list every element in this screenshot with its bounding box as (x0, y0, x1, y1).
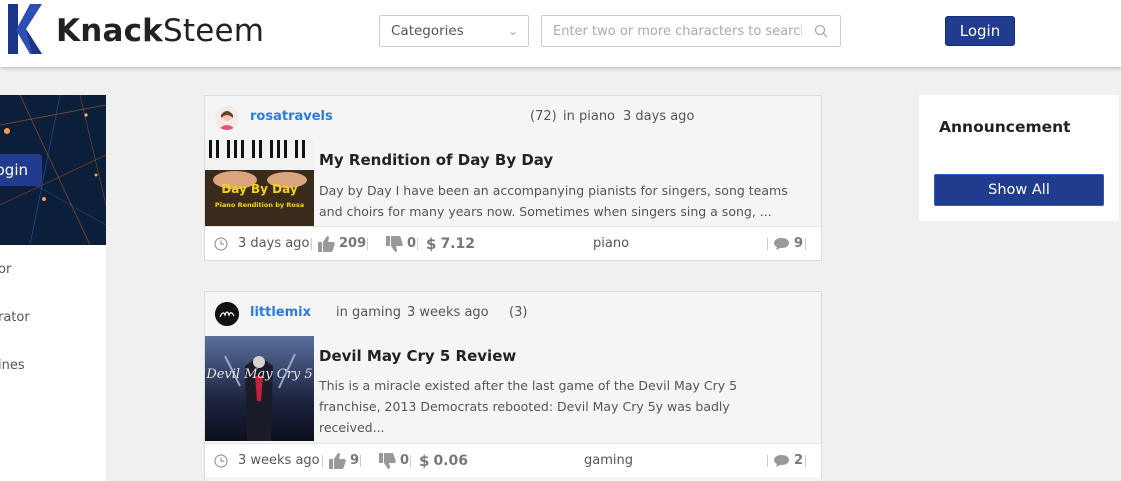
sidebar-banner: Login (0, 95, 106, 245)
knacksteem-logo-icon[interactable] (4, 0, 46, 62)
sidebar-item[interactable]: ines (0, 358, 25, 373)
divider (360, 455, 361, 467)
divider (367, 238, 368, 250)
post-excerpt[interactable]: Day by Day I have been an accompanying p… (319, 180, 789, 222)
login-button[interactable]: Login (945, 16, 1015, 46)
categories-label: Categories (391, 23, 464, 39)
post-card[interactable]: littlemix (3) in gaming 3 weeks ago Devi… (204, 291, 822, 481)
clock-icon (214, 454, 228, 468)
thumbs-down-icon (386, 236, 403, 252)
footer-time-text: 3 weeks ago (238, 453, 320, 468)
show-all-button[interactable]: Show All (934, 174, 1104, 206)
post-thumbnail[interactable]: Devil May Cry 5 (205, 336, 314, 441)
divider (767, 238, 768, 250)
chevron-down-icon: ⌄ (507, 24, 518, 38)
post-title[interactable]: My Rendition of Day By Day (319, 151, 553, 169)
author-avatar[interactable] (215, 106, 239, 130)
sidebar-item[interactable]: rator (0, 310, 30, 325)
upvote-count: 9 (350, 453, 360, 468)
announcement-title: Announcement (939, 118, 1071, 136)
post-tag[interactable]: gaming (584, 444, 633, 478)
announcement-panel: Announcement Show All (919, 95, 1119, 221)
payout-value: 0.06 (433, 453, 468, 469)
devil-may-cry-thumbnail-image (205, 336, 314, 441)
author-avatar[interactable] (215, 302, 239, 326)
downvote-count: 0 (407, 236, 417, 251)
post-category[interactable]: in gaming (336, 305, 401, 320)
comments-button[interactable]: 2 (773, 444, 803, 478)
avatar-image (218, 111, 236, 130)
thumbnail-caption: Day By Day (221, 182, 298, 196)
post-title[interactable]: Devil May Cry 5 Review (319, 347, 516, 365)
post-time: 3 weeks ago (407, 305, 489, 320)
avatar-image (215, 302, 239, 326)
clock-icon (214, 237, 228, 251)
divider (322, 455, 323, 467)
dollar-icon: $ (419, 452, 430, 470)
downvote-button[interactable]: 0 (379, 444, 409, 478)
payout-value: 7.12 (440, 236, 475, 252)
footer-time-text: 3 days ago (238, 236, 310, 251)
thumbs-up-icon (329, 453, 346, 469)
categories-dropdown[interactable]: Categories ⌄ (379, 15, 529, 47)
search-icon[interactable] (814, 24, 828, 38)
comment-icon (774, 238, 789, 250)
author-name[interactable]: littlemix (250, 305, 311, 320)
divider (805, 238, 806, 250)
post-header: littlemix (3) in gaming 3 weeks ago (205, 292, 821, 336)
post-footer: 3 days ago 209 0 $7.12 piano 9 (205, 226, 821, 260)
comment-count: 2 (794, 453, 804, 468)
divider (410, 455, 411, 467)
author-reputation: (3) (509, 305, 528, 320)
divider (767, 455, 768, 467)
thumbs-up-icon (318, 236, 335, 252)
comment-icon (774, 455, 789, 467)
divider (311, 238, 312, 250)
author-name[interactable]: rosatravels (250, 109, 333, 124)
dollar-icon: $ (426, 235, 437, 253)
post-header: rosatravels (72) in piano 3 days ago (205, 96, 821, 140)
downvote-button[interactable]: 0 (386, 227, 416, 261)
post-thumbnail[interactable]: Day By Day Piano Rendition by Rosa (205, 140, 314, 226)
divider (417, 238, 418, 250)
post-time: 3 days ago (623, 109, 695, 124)
footer-time: 3 days ago (214, 227, 309, 261)
comment-count: 9 (794, 236, 804, 251)
thumbs-down-icon (379, 453, 396, 469)
brand-name[interactable]: KnackSteem (56, 13, 264, 49)
search-box (541, 15, 841, 47)
payout: $7.12 (426, 227, 475, 261)
left-sidebar: Login or rator ines (0, 95, 106, 481)
search-input[interactable] (542, 16, 802, 46)
post-footer: 3 weeks ago 9 0 $0.06 gaming 2 (205, 443, 821, 477)
upvote-button[interactable]: 209 (318, 227, 366, 261)
top-navbar: KnackSteem Categories ⌄ Login (0, 0, 1121, 67)
post-tag[interactable]: piano (593, 227, 629, 261)
thumbnail-subcaption: Piano Rendition by Rosa (214, 201, 305, 209)
brand-name-bold: Knack (56, 13, 164, 49)
footer-time: 3 weeks ago (214, 444, 320, 478)
comments-button[interactable]: 9 (773, 227, 803, 261)
divider (805, 455, 806, 467)
upvote-button[interactable]: 9 (329, 444, 359, 478)
downvote-count: 0 (400, 453, 410, 468)
post-card[interactable]: rosatravels (72) in piano 3 days ago Day… (204, 95, 822, 261)
brand-name-light: Steem (163, 13, 265, 49)
thumbnail-caption: Devil May Cry 5 (206, 367, 313, 382)
sidebar-item[interactable]: or (0, 262, 11, 277)
upvote-count: 209 (339, 236, 367, 251)
banner-login-button[interactable]: Login (0, 154, 42, 186)
author-reputation: (72) (530, 109, 557, 124)
payout: $0.06 (419, 444, 468, 478)
post-excerpt[interactable]: This is a miracle existed after the last… (319, 375, 739, 438)
post-category[interactable]: in piano (563, 109, 615, 124)
